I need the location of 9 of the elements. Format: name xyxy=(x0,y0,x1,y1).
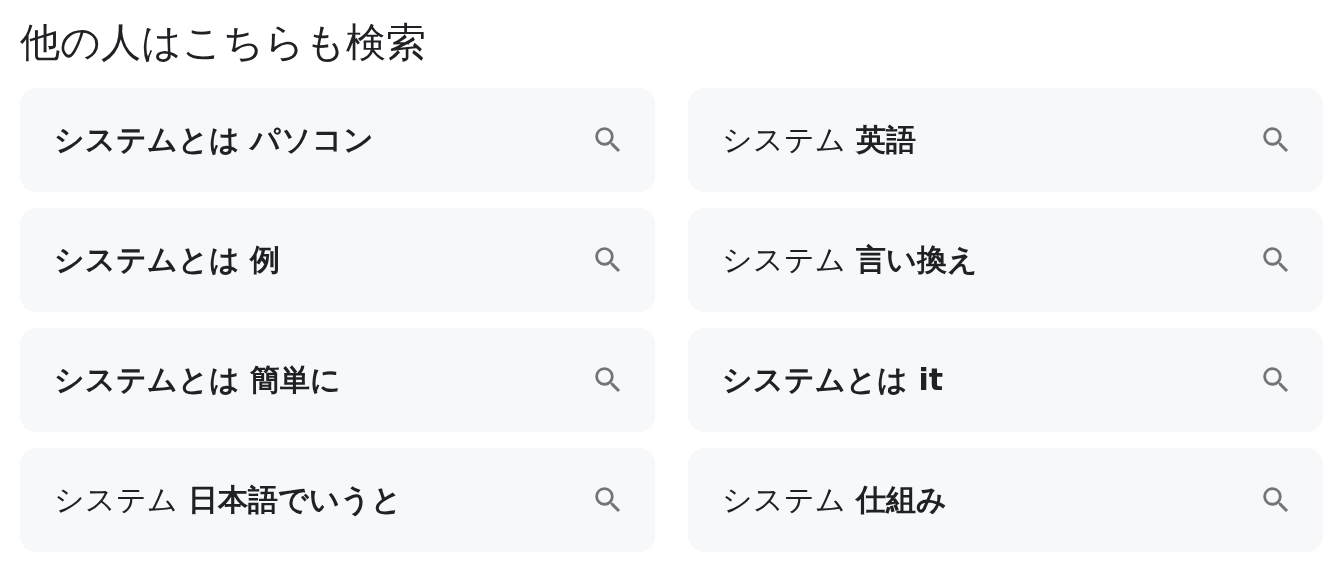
search-suggestion[interactable]: システムとは 例 xyxy=(20,208,655,312)
search-suggestion[interactable]: システムとは it xyxy=(688,328,1323,432)
search-suggestion[interactable]: システム 日本語でいうと xyxy=(20,448,655,552)
search-suggestion[interactable]: システム 仕組み xyxy=(688,448,1323,552)
search-suggestion[interactable]: システム 言い換え xyxy=(688,208,1323,312)
search-suggestion[interactable]: システム 英語 xyxy=(688,88,1323,192)
search-suggestion[interactable]: システムとは パソコン xyxy=(20,88,655,192)
search-suggestion[interactable]: システムとは 簡単に xyxy=(20,328,655,432)
section-heading: 他の人はこちらも検索 xyxy=(20,18,427,67)
